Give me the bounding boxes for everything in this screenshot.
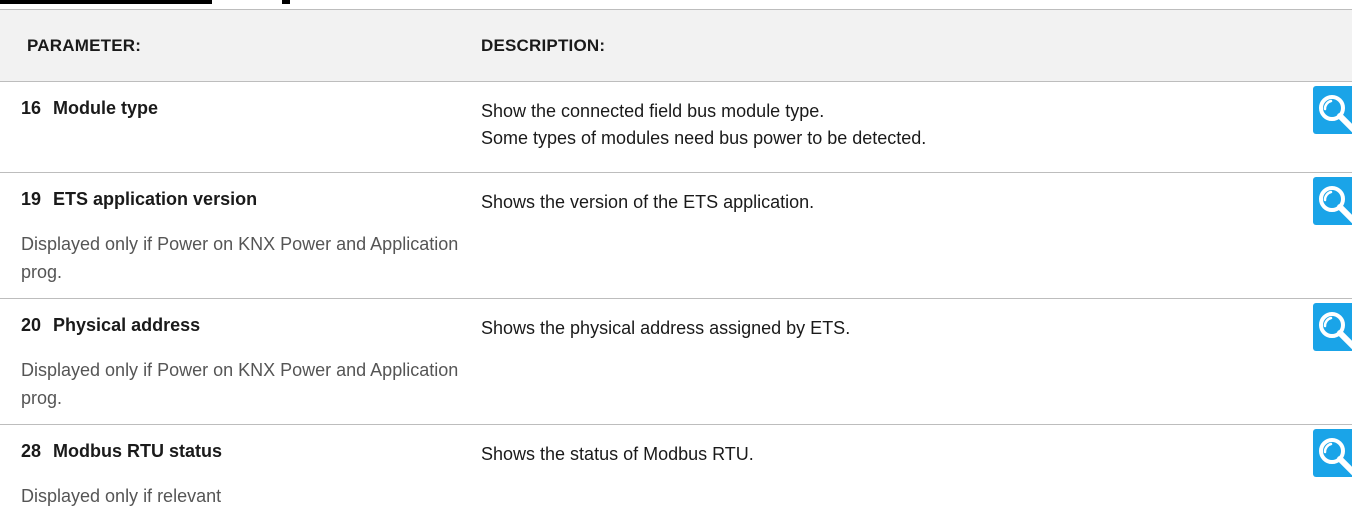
parameter-column-header: PARAMETER: bbox=[27, 36, 142, 55]
magnifier-button[interactable] bbox=[1313, 86, 1352, 134]
parameter-description: Shows the version of the ETS application… bbox=[481, 189, 1241, 216]
display-condition-note: Displayed only if Power on KNX Power and… bbox=[21, 360, 459, 408]
table-row: 20 Physical address Displayed only if Pow… bbox=[0, 298, 1352, 424]
table-header: PARAMETER: DESCRIPTION: bbox=[0, 9, 1352, 81]
description-line: Some types of modules need bus power to … bbox=[481, 128, 927, 148]
parameter-name: Modbus RTU status bbox=[53, 441, 223, 461]
parameter-name: Module type bbox=[53, 98, 159, 118]
magnifier-button[interactable] bbox=[1313, 303, 1352, 351]
magnifier-icon bbox=[1319, 95, 1352, 133]
parameter-table: PARAMETER: DESCRIPTION: 16 Module type Sh… bbox=[0, 0, 1352, 522]
parameter-description: Shows the status of Modbus RTU. bbox=[481, 441, 1241, 468]
description-line: Shows the version of the ETS application… bbox=[481, 192, 815, 212]
parameter-description: Show the connected field bus module type… bbox=[481, 98, 1241, 152]
parameter-title: 20 Physical address bbox=[21, 315, 200, 336]
table-row: 28 Modbus RTU status Displayed only if re… bbox=[0, 424, 1352, 522]
parameter-title: 19 ETS application version bbox=[21, 189, 257, 210]
display-condition-note: Displayed only if relevant bbox=[21, 486, 222, 506]
parameter-description: Shows the physical address assigned by E… bbox=[481, 315, 1241, 342]
description-line: Shows the physical address assigned by E… bbox=[481, 318, 851, 338]
magnifier-button[interactable] bbox=[1313, 177, 1352, 225]
display-condition-note: Displayed only if Power on KNX Power and… bbox=[21, 234, 459, 282]
magnifier-icon bbox=[1319, 438, 1352, 476]
magnifier-icon bbox=[1319, 186, 1352, 224]
table-row: 19 ETS application version Displayed only… bbox=[0, 172, 1352, 298]
parameter-name: ETS application version bbox=[53, 189, 258, 209]
table-row: 16 Module type Show the connected field b… bbox=[0, 81, 1352, 172]
parameter-title: 28 Modbus RTU status bbox=[21, 441, 222, 462]
parameter-number: 28 bbox=[21, 441, 42, 461]
parameter-number: 19 bbox=[21, 189, 42, 209]
magnifier-button[interactable] bbox=[1313, 429, 1352, 477]
parameter-title: 16 Module type bbox=[21, 98, 158, 119]
parameter-number: 20 bbox=[21, 315, 42, 335]
parameter-number: 16 bbox=[21, 98, 42, 118]
description-column-header: DESCRIPTION: bbox=[481, 36, 606, 55]
parameter-name: Physical address bbox=[53, 315, 201, 335]
magnifier-icon bbox=[1319, 312, 1352, 350]
description-line: Shows the status of Modbus RTU. bbox=[481, 444, 754, 464]
description-line: Show the connected field bus module type… bbox=[481, 101, 825, 121]
